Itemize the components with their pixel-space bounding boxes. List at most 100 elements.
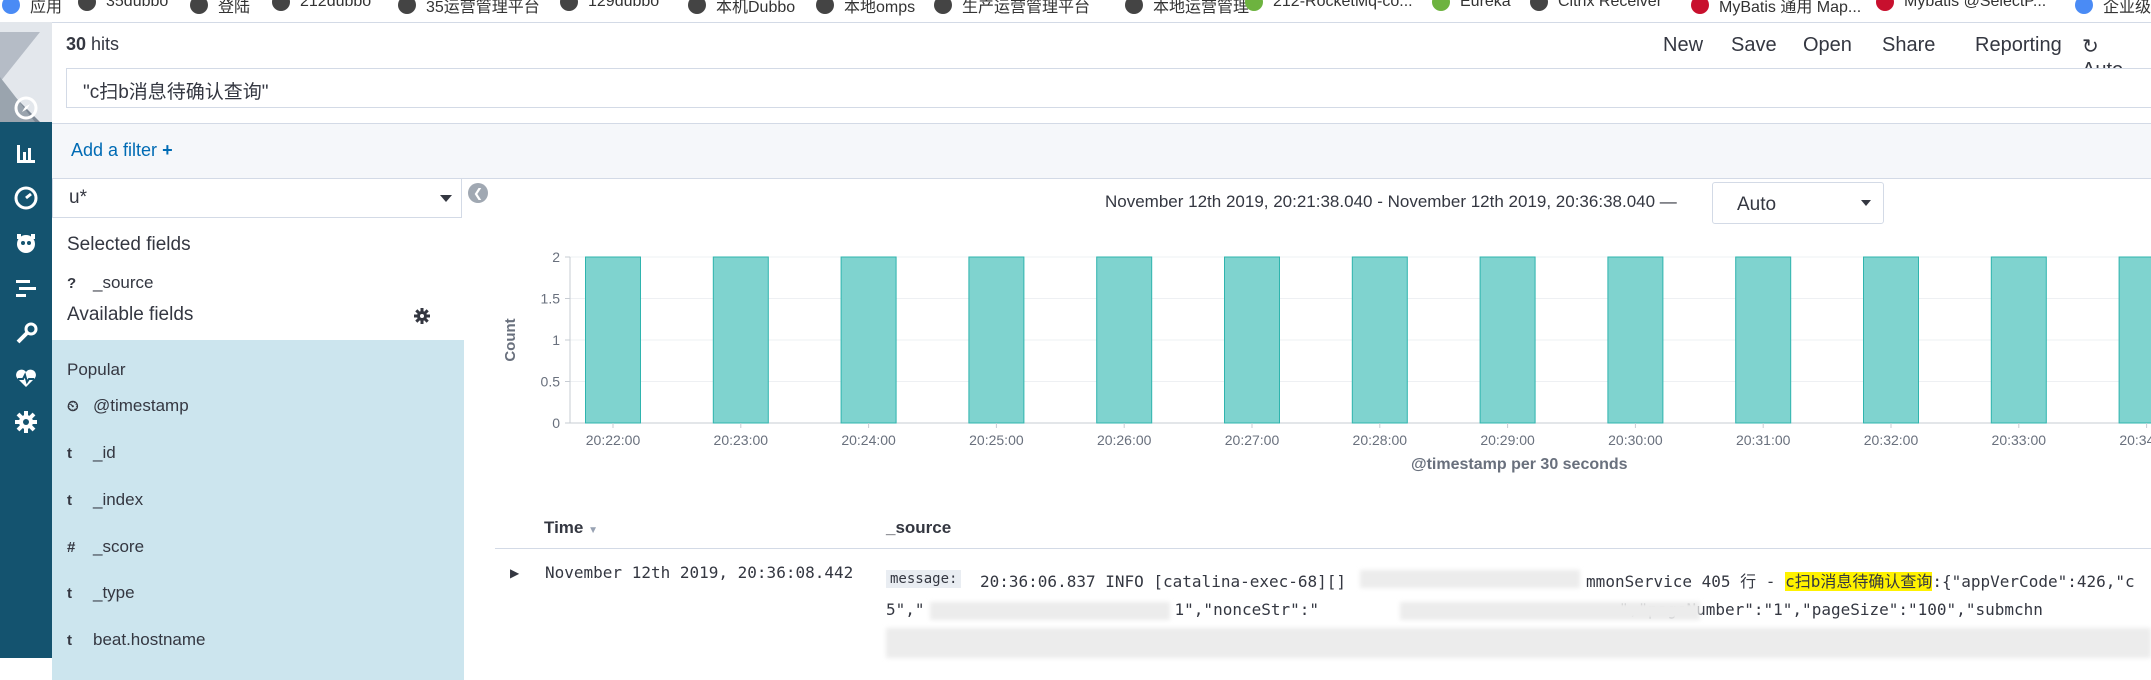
- bookmark-label: 企业级: [2103, 0, 2151, 16]
- bookmark-icon: [2, 0, 20, 14]
- x-tick-label: 20:29:00: [1480, 432, 1535, 448]
- chart-bar: [1863, 256, 1919, 424]
- nav-item-visualize[interactable]: [0, 136, 52, 172]
- x-tick-label: 20:32:00: [1864, 432, 1919, 448]
- x-tick-label: 20:30:00: [1608, 432, 1663, 448]
- nav-item-discover[interactable]: [0, 90, 52, 126]
- gear-icon[interactable]: [414, 308, 430, 324]
- nav-item-devtools[interactable]: [0, 316, 52, 352]
- bookmark-item[interactable]: 应用: [2, 0, 62, 17]
- field-type-icon: t: [67, 584, 72, 602]
- bookmark-label: 212dubbo: [300, 0, 372, 10]
- bookmarks-bar: 应用 35dubbo 登陆 212dubbo 35运营管理平台 129dubbo 本机Dub…: [0, 0, 2151, 23]
- bookmark-icon: [1245, 0, 1263, 11]
- popular-heading: Popular: [67, 360, 126, 379]
- field-type-icon: #: [67, 538, 76, 556]
- bookmark-item[interactable]: MyBatis 通用 Map...: [1691, 0, 1861, 17]
- field-type-icon: t: [67, 631, 72, 649]
- field-index[interactable]: t _index: [67, 490, 143, 510]
- bookmark-item[interactable]: 35运营管理平台: [398, 0, 540, 17]
- bookmark-item[interactable]: 212dubbo: [272, 0, 371, 11]
- sort-icon[interactable]: ▼: [588, 525, 598, 536]
- x-tick-label: 20:31:00: [1736, 432, 1791, 448]
- discover-icon: [14, 96, 38, 120]
- bookmark-item[interactable]: 本地运营管理: [1125, 0, 1249, 17]
- x-tick-label: 20:28:00: [1353, 432, 1408, 448]
- bookmark-item[interactable]: Eureka: [1432, 0, 1511, 11]
- time-range-text: November 12th 2019, 20:21:38.040 - Novem…: [1105, 192, 1677, 211]
- bookmark-icon: [272, 0, 290, 11]
- bookmark-item[interactable]: 本地omps: [816, 0, 915, 17]
- message-prefix: 20:36:06.837 INFO [catalina-exec-68][]: [980, 572, 1347, 591]
- nav-item-apm[interactable]: [0, 271, 52, 307]
- message-key: message:: [886, 570, 962, 588]
- message-mid: mmonService 405 行 -: [1586, 572, 1786, 591]
- nav-item-management[interactable]: [0, 404, 52, 440]
- dashboard-icon: [14, 186, 38, 210]
- collapse-sidebar-button[interactable]: ❮: [468, 183, 488, 203]
- field-beathostname[interactable]: t beat.hostname: [67, 630, 205, 650]
- nav-item-monitoring[interactable]: [0, 360, 52, 396]
- chart-bar: [1607, 256, 1664, 424]
- bookmark-item[interactable]: 129dubbo: [560, 0, 659, 11]
- bookmark-label: 212-RocketMq-co...: [1273, 0, 1413, 10]
- field-type-icon: ?: [67, 274, 77, 292]
- field-type-icon: t: [67, 444, 72, 462]
- bookmark-item[interactable]: 35dubbo: [78, 0, 168, 11]
- bookmark-item[interactable]: 登陆: [190, 0, 250, 17]
- bookmark-icon: [1691, 0, 1709, 14]
- chart-bar: [840, 256, 897, 424]
- y-tick-label: 1: [552, 332, 560, 348]
- menu-save-button[interactable]: Save: [1731, 34, 1777, 57]
- bookmark-item[interactable]: Mybatis @SelectP...: [1876, 0, 2046, 11]
- y-axis-label: Count: [502, 318, 519, 361]
- bookmark-label: 35dubbo: [106, 0, 169, 10]
- x-tick-label: 20:25:00: [969, 432, 1024, 448]
- x-tick-label: 20:23:00: [714, 432, 769, 448]
- menu-open-button[interactable]: Open: [1803, 34, 1852, 57]
- field-timestamp[interactable]: ⏲ @timestamp: [67, 396, 189, 416]
- filter-bar: Add a filter +: [52, 123, 2151, 179]
- caret-down-icon: [1861, 200, 1871, 206]
- devtools-icon: [16, 322, 38, 344]
- menu-share-button[interactable]: Share: [1882, 34, 1935, 57]
- nav-item-dashboard[interactable]: [0, 180, 52, 216]
- field-score[interactable]: # _score: [67, 537, 144, 557]
- bookmark-item[interactable]: 生产运营管理平台: [934, 0, 1090, 17]
- index-pattern-select[interactable]: u*: [52, 178, 462, 218]
- available-fields-heading: Available fields: [67, 304, 194, 325]
- bookmark-label: Mybatis @SelectP...: [1904, 0, 2047, 10]
- bookmark-icon: [1125, 0, 1143, 14]
- field-name: _score: [93, 537, 145, 556]
- timelion-icon: [17, 234, 35, 253]
- field-name: @timestamp: [93, 396, 189, 415]
- search-highlight: c扫b消息待确认查询: [1785, 572, 1933, 591]
- bookmark-label: 登陆: [218, 0, 251, 16]
- refresh-icon: ↻: [2082, 36, 2099, 58]
- chart-bar: [1735, 256, 1792, 424]
- bookmark-label: Eureka: [1460, 0, 1511, 10]
- chart-bar: [2118, 256, 2151, 424]
- nav-item-timelion[interactable]: [0, 225, 52, 261]
- bookmark-icon: [688, 0, 706, 14]
- bookmark-item[interactable]: 212-RocketMq-co...: [1245, 0, 1413, 11]
- chart-bar: [1096, 256, 1153, 424]
- management-icon: [15, 411, 37, 433]
- interval-select[interactable]: Auto: [1712, 182, 1884, 224]
- bookmark-item[interactable]: Citrix Receiver: [1530, 0, 1662, 11]
- add-filter-button[interactable]: Add a filter +: [71, 140, 173, 161]
- column-header-time[interactable]: Time ▼: [544, 518, 598, 538]
- bookmark-item[interactable]: 企业级: [2075, 0, 2151, 17]
- field-source[interactable]: ? _source: [67, 273, 153, 293]
- search-input[interactable]: "c扫b消息待确认查询": [66, 68, 2151, 108]
- menu-new-button[interactable]: New: [1663, 34, 1703, 57]
- bookmark-item[interactable]: 本机Dubbo: [688, 0, 795, 17]
- expand-row-icon[interactable]: ▶: [510, 566, 519, 580]
- clock-icon: ⏲: [67, 397, 79, 415]
- field-name: _id: [93, 443, 116, 462]
- y-tick-label: 0.5: [541, 374, 561, 390]
- menu-reporting-button[interactable]: Reporting: [1975, 34, 2062, 57]
- field-id[interactable]: t _id: [67, 443, 116, 463]
- x-tick-label: 20:24:00: [841, 432, 896, 448]
- field-type[interactable]: t _type: [67, 583, 135, 603]
